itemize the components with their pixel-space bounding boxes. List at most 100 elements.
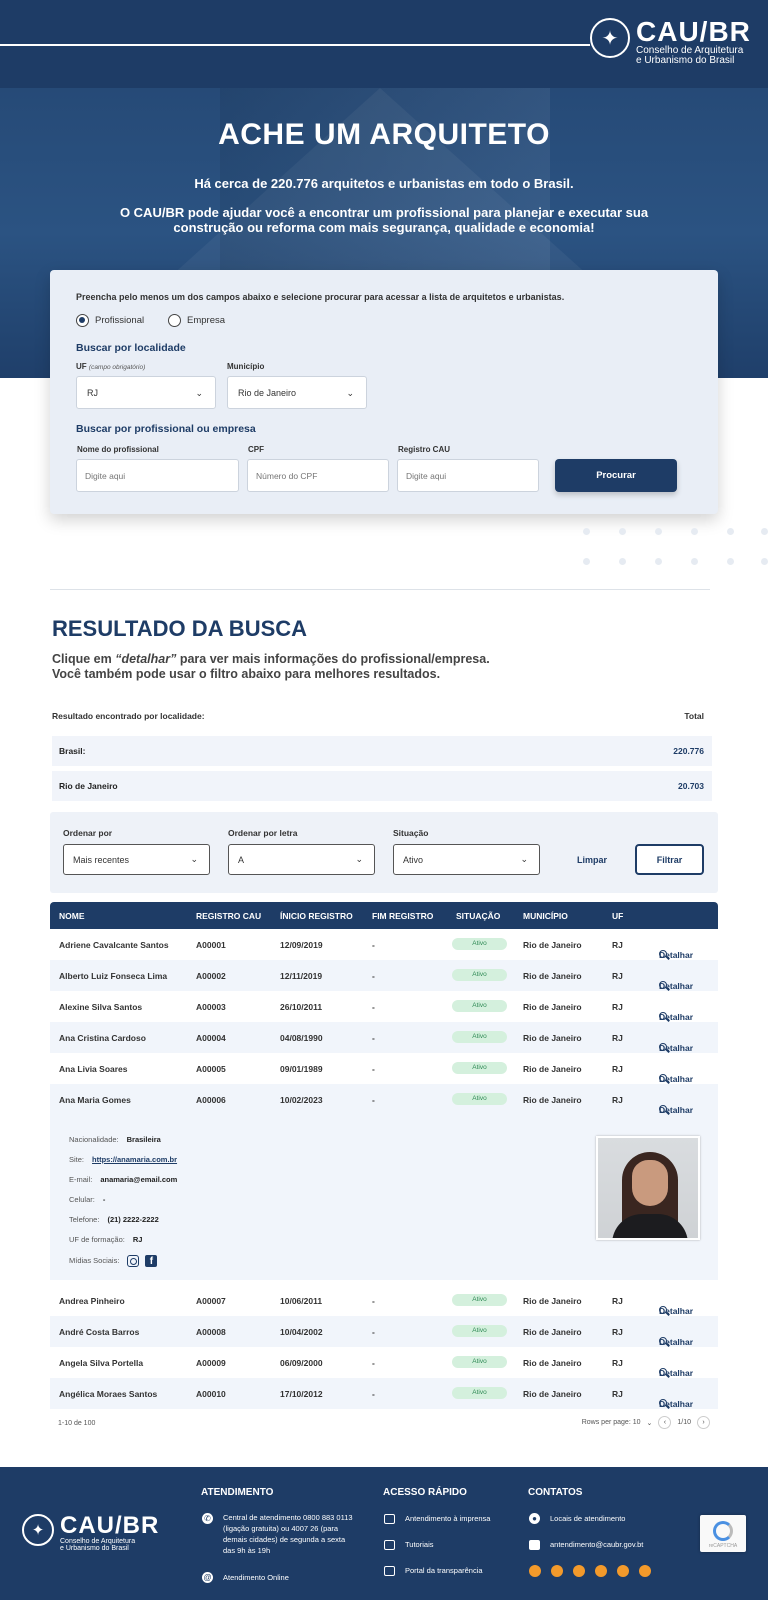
- col-municipio[interactable]: MUNICÍPIO: [523, 911, 568, 921]
- filtrar-button[interactable]: Filtrar: [635, 844, 704, 875]
- cell-uf: RJ: [612, 1064, 623, 1074]
- link-transparencia[interactable]: Portal da transparência: [405, 1565, 483, 1576]
- profile-photo: [596, 1136, 700, 1240]
- header-rule: [0, 44, 590, 46]
- cell-nome: Adriene Cavalcante Santos: [59, 940, 169, 950]
- col-fim[interactable]: FIM REGISTRO: [372, 911, 433, 921]
- cell-nome: Alberto Luiz Fonseca Lima: [59, 971, 168, 981]
- ordenar-label: Ordenar por: [63, 828, 113, 838]
- cell-municipio: Rio de Janeiro: [523, 1327, 582, 1337]
- facebook-icon[interactable]: [551, 1565, 563, 1577]
- prev-page-icon[interactable]: ‹: [658, 1416, 672, 1429]
- municipio-select[interactable]: Rio de Janeiro ⌄: [227, 376, 367, 409]
- recaptcha-badge[interactable]: reCAPTCHA: [700, 1515, 746, 1552]
- republic-seal-icon: ✦: [22, 1514, 54, 1546]
- uf-select[interactable]: RJ ⌄: [76, 376, 216, 409]
- cell-fim: -: [372, 940, 375, 950]
- instagram-icon[interactable]: [529, 1565, 541, 1577]
- chevron-down-icon[interactable]: ⌄: [647, 1419, 653, 1427]
- link-tutoriais[interactable]: Tutoriais: [405, 1539, 433, 1550]
- situacao-value: Ativo: [403, 854, 424, 865]
- cell-registro: A00006: [196, 1095, 226, 1105]
- radio-unchecked-icon[interactable]: [168, 314, 181, 327]
- cell-municipio: Rio de Janeiro: [523, 940, 582, 950]
- nome-input[interactable]: [76, 459, 239, 492]
- instagram-icon[interactable]: [127, 1255, 140, 1267]
- detail-uf-formacao: UF de formação: RJ: [69, 1235, 143, 1244]
- section-profissional-title: Buscar por profissional ou empresa: [76, 423, 256, 435]
- acesso-rapido-title: ACESSO RÁPIDO: [383, 1487, 467, 1498]
- cell-fim: -: [372, 1327, 375, 1337]
- letra-select[interactable]: A ⌄: [228, 844, 375, 875]
- table-row: André Costa Barros A00008 10/04/2002 - Rio d…: [50, 1316, 718, 1347]
- results-table-header: NOME REGISTRO CAU ÍNICIO REGISTRO FIM RE…: [50, 902, 718, 929]
- link-imprensa[interactable]: Antendimento à imprensa: [405, 1513, 490, 1524]
- nome-label: Nome do profissional: [77, 445, 159, 454]
- table-row: Alexine Silva Santos A00003 26/10/2011 - Rio…: [50, 991, 718, 1022]
- cell-nome: Angélica Moraes Santos: [59, 1389, 158, 1399]
- pagination-range: 1-10 de 100: [58, 1420, 96, 1427]
- at-sign-icon: @: [202, 1572, 213, 1583]
- contact-email[interactable]: antendimento@caubr.gov.bt: [550, 1539, 643, 1550]
- footer-logo-subtitle-1: Conselho de Arquitetura: [60, 1538, 136, 1545]
- chevron-down-icon: ⌄: [195, 388, 203, 398]
- cell-uf: RJ: [612, 1095, 623, 1105]
- twitter-icon[interactable]: [595, 1565, 607, 1577]
- cell-inicio: 04/08/1990: [280, 1033, 323, 1043]
- cell-registro: A00007: [196, 1296, 226, 1306]
- situacao-select[interactable]: Ativo ⌄: [393, 844, 540, 875]
- situacao-label: Situação: [393, 828, 429, 838]
- total-header-label: Total: [684, 711, 704, 721]
- footer-logo-subtitle-2: e Urbanismo do Brasil: [60, 1545, 129, 1552]
- registro-input[interactable]: [397, 459, 539, 492]
- procurar-button[interactable]: Procurar: [555, 459, 677, 492]
- site-link[interactable]: https://anamaria.com.br: [92, 1155, 177, 1164]
- location-total: 220.776: [673, 746, 704, 756]
- cell-nome: Ana Livia Soares: [59, 1064, 128, 1074]
- cell-nome: Andrea Pinheiro: [59, 1296, 125, 1306]
- filter-bar: Ordenar por Mais recentes ⌄ Ordenar por …: [50, 812, 718, 893]
- cau-logo[interactable]: ✦ CAU/BR Conselho de Arquitetura e Urban…: [590, 18, 751, 66]
- chevron-down-icon: ⌄: [355, 854, 363, 864]
- cell-uf: RJ: [612, 971, 623, 981]
- next-page-icon[interactable]: ›: [697, 1416, 710, 1429]
- detail-midias: Mídias Sociais: f: [69, 1255, 158, 1267]
- col-nome[interactable]: NOME: [59, 911, 85, 921]
- cell-registro: A00001: [196, 940, 226, 950]
- table-row: Adriene Cavalcante Santos A00001 12/09/201…: [50, 929, 718, 960]
- site-header: ✦ CAU/BR Conselho de Arquitetura e Urban…: [0, 0, 768, 88]
- cpf-input[interactable]: [247, 459, 389, 492]
- detail-telefone: Telefone: (21) 2222-2222: [69, 1215, 159, 1224]
- cell-fim: -: [372, 1389, 375, 1399]
- col-registro[interactable]: REGISTRO CAU: [196, 911, 261, 921]
- central-atendimento: Central de atendimento 0800 883 0113 (li…: [223, 1513, 353, 1555]
- municipio-select-value: Rio de Janeiro: [238, 387, 297, 398]
- spotify-icon[interactable]: [617, 1565, 629, 1577]
- hero-description: O CAU/BR pode ajudar você a encontrar um…: [119, 205, 649, 235]
- facebook-icon[interactable]: f: [145, 1255, 158, 1267]
- footer-logo[interactable]: ✦ CAU/BR Conselho de Arquitetura e Urban…: [22, 1514, 159, 1552]
- col-inicio[interactable]: ÍNICIO REGISTRO: [280, 911, 353, 921]
- radio-checked-icon[interactable]: [76, 314, 89, 327]
- cell-fim: -: [372, 1033, 375, 1043]
- ordenar-select[interactable]: Mais recentes ⌄: [63, 844, 210, 875]
- letra-value: A: [238, 854, 245, 865]
- atendimento-title: ATENDIMENTO: [201, 1487, 274, 1498]
- radio-profissional-label: Profissional: [95, 315, 145, 326]
- cell-fim: -: [372, 971, 375, 981]
- col-uf[interactable]: UF: [612, 911, 623, 921]
- cell-municipio: Rio de Janeiro: [523, 1002, 582, 1012]
- cell-uf: RJ: [612, 1358, 623, 1368]
- col-situacao[interactable]: SITUAÇÃO: [456, 911, 500, 921]
- youtube-icon[interactable]: [639, 1565, 651, 1577]
- rows-per-page-select[interactable]: Rows per page: 10: [582, 1419, 641, 1426]
- atendimento-online-link[interactable]: Atendimento Online: [223, 1572, 289, 1583]
- radio-profissional[interactable]: Profissional: [76, 314, 144, 327]
- search-icon: [659, 1043, 667, 1051]
- search-card: Preencha pelo menos um dos campos abaixo…: [50, 270, 718, 514]
- radio-empresa[interactable]: Empresa: [168, 314, 225, 327]
- linkedin-icon[interactable]: [573, 1565, 585, 1577]
- footer-logo-wordmark: CAU/BR: [60, 1512, 160, 1539]
- locais-link[interactable]: Locais de atendimento: [550, 1513, 625, 1524]
- limpar-button[interactable]: Limpar: [577, 855, 607, 865]
